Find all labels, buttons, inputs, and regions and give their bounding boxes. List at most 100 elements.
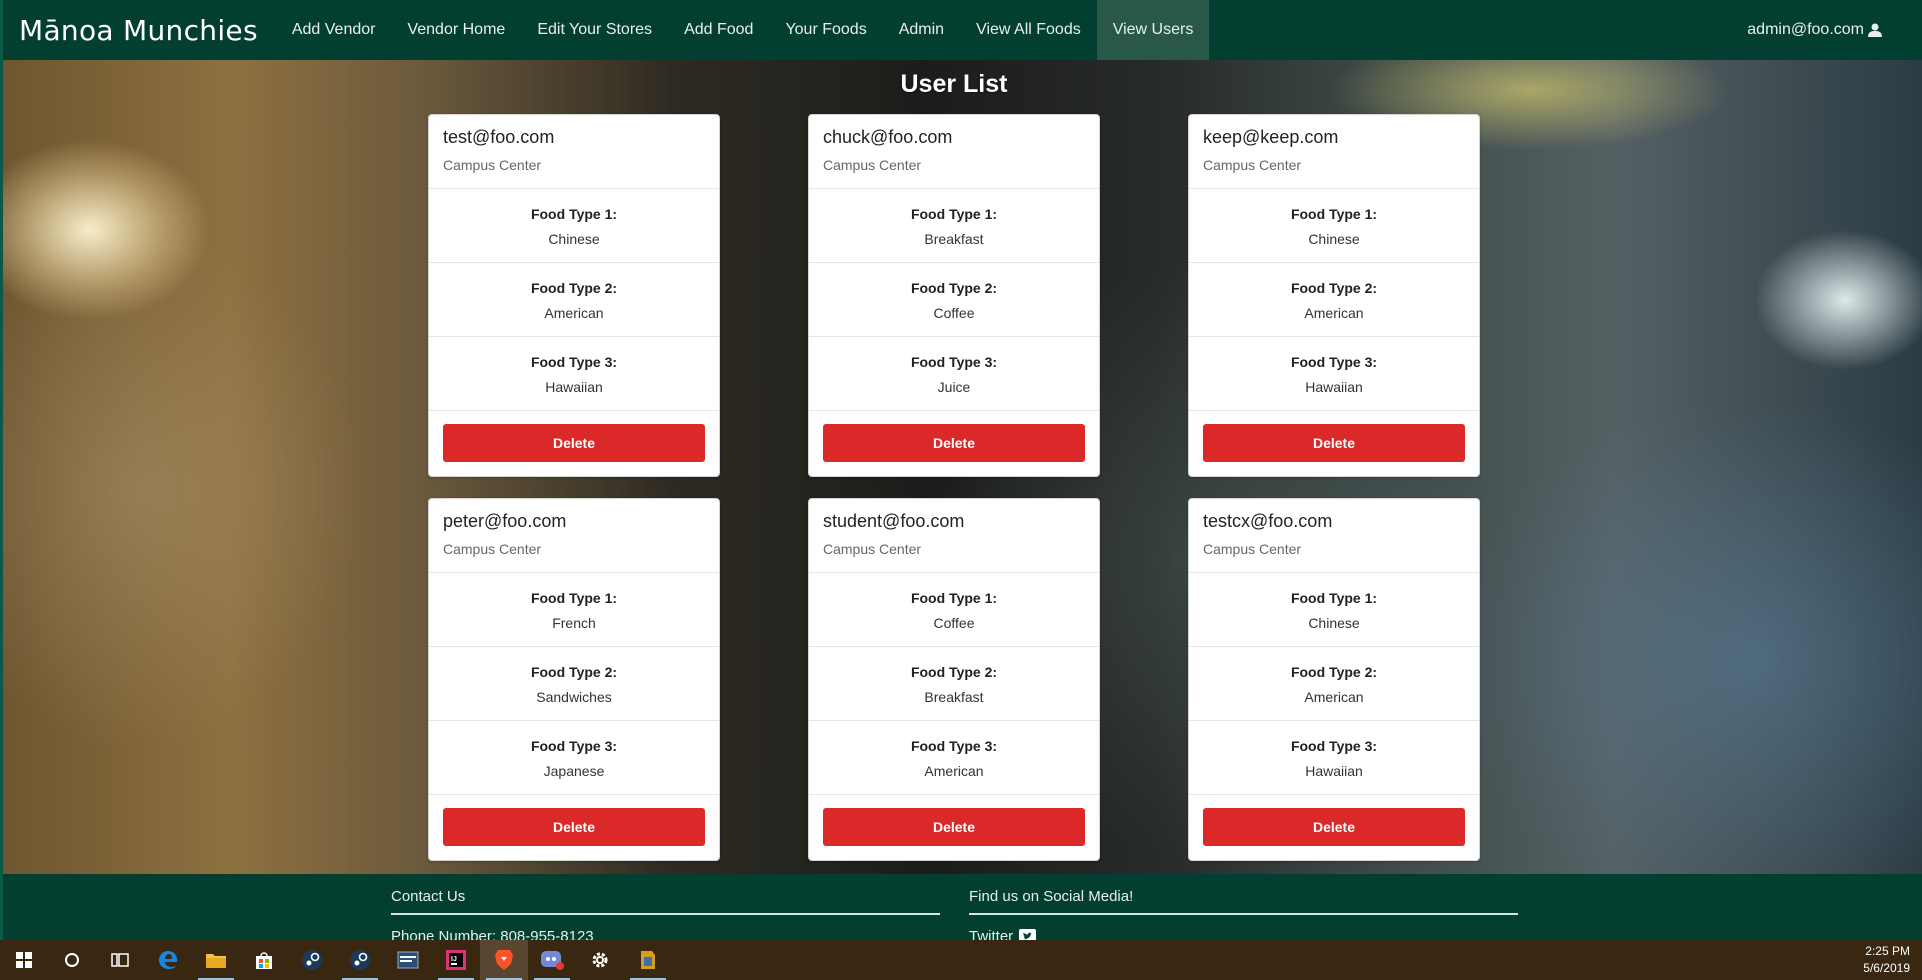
food-type-label: Food Type 1: <box>910 206 998 222</box>
nav-vendor-home[interactable]: Vendor Home <box>391 0 521 60</box>
user-email: chuck@foo.com <box>823 127 953 147</box>
food-type-value: Hawaiian <box>545 379 603 395</box>
food-type-value: Breakfast <box>924 689 984 705</box>
food-type-row: Food Type 1: Chinese <box>1189 189 1479 263</box>
food-type-row: Food Type 2: Breakfast <box>809 647 1099 721</box>
food-type-value: Hawaiian <box>1305 379 1363 395</box>
settings-gear-icon[interactable] <box>576 940 624 980</box>
card-footer: Delete <box>429 411 719 475</box>
file-explorer-icon[interactable] <box>192 940 240 980</box>
food-type-row: Food Type 3: Hawaiian <box>429 337 719 411</box>
windows-start-icon[interactable] <box>0 940 48 980</box>
food-type-value: Coffee <box>933 305 975 321</box>
food-type-label: Food Type 2: <box>1290 664 1378 680</box>
food-type-value: American <box>1304 305 1364 321</box>
nav-your-foods[interactable]: Your Foods <box>769 0 882 60</box>
user-email: peter@foo.com <box>443 511 567 531</box>
user-card: test@foo.com Campus Center Food Type 1: … <box>428 114 720 477</box>
food-type-value: French <box>552 615 596 631</box>
food-type-label: Food Type 3: <box>530 738 618 754</box>
food-type-value: Japanese <box>543 763 605 779</box>
food-type-row: Food Type 3: Juice <box>809 337 1099 411</box>
intellij-icon[interactable]: IJ <box>432 940 480 980</box>
food-type-label: Food Type 1: <box>910 590 998 606</box>
card-footer: Delete <box>809 795 1099 859</box>
twitter-link[interactable]: Twitter <box>969 928 1518 940</box>
clock-date: 5/6/2019 <box>1863 961 1910 975</box>
delete-button[interactable]: Delete <box>1203 808 1465 846</box>
food-type-row: Food Type 2: American <box>1189 263 1479 337</box>
food-type-row: Food Type 3: American <box>809 721 1099 795</box>
user-email: test@foo.com <box>443 127 555 147</box>
food-type-label: Food Type 1: <box>1290 206 1378 222</box>
delete-button[interactable]: Delete <box>443 808 705 846</box>
app-icon[interactable] <box>624 940 672 980</box>
food-type-label: Food Type 2: <box>1290 280 1378 296</box>
user-email: student@foo.com <box>823 511 965 531</box>
food-type-label: Food Type 1: <box>530 590 618 606</box>
card-header: testcx@foo.com Campus Center <box>1189 499 1479 573</box>
page-footer: Contact Us Phone Number: 808-955-8123 Fi… <box>0 874 1922 940</box>
contact-section: Contact Us Phone Number: 808-955-8123 <box>391 888 940 940</box>
food-type-label: Food Type 2: <box>530 280 618 296</box>
card-header: chuck@foo.com Campus Center <box>809 115 1099 189</box>
delete-button[interactable]: Delete <box>823 424 1085 462</box>
food-type-value: Chinese <box>548 231 600 247</box>
task-view-icon[interactable] <box>96 940 144 980</box>
user-card: peter@foo.com Campus Center Food Type 1:… <box>428 498 720 861</box>
food-type-label: Food Type 2: <box>530 664 618 680</box>
social-heading: Find us on Social Media! <box>969 888 1518 915</box>
page-title: User List <box>900 70 1008 98</box>
os-taskbar: IJ 2:25 PM 5/6/2019 <box>0 940 1922 980</box>
store-icon[interactable] <box>240 940 288 980</box>
delete-button[interactable]: Delete <box>443 424 705 462</box>
food-type-label: Food Type 1: <box>1290 590 1378 606</box>
food-type-row: Food Type 3: Hawaiian <box>1189 337 1479 411</box>
system-clock[interactable]: 2:25 PM 5/6/2019 <box>1863 943 1922 977</box>
food-type-value: Chinese <box>1308 231 1360 247</box>
food-type-row: Food Type 1: Chinese <box>429 189 719 263</box>
food-type-label: Food Type 3: <box>910 354 998 370</box>
discord-icon[interactable] <box>528 940 576 980</box>
edge-browser-icon[interactable] <box>144 940 192 980</box>
food-type-row: Food Type 3: Japanese <box>429 721 719 795</box>
nav-add-food[interactable]: Add Food <box>668 0 769 60</box>
user-card: chuck@foo.com Campus Center Food Type 1:… <box>808 114 1100 477</box>
brand-logo[interactable]: Mānoa Munchies <box>3 14 276 47</box>
card-footer: Delete <box>429 795 719 859</box>
steam-icon[interactable] <box>336 940 384 980</box>
nav-admin[interactable]: Admin <box>883 0 960 60</box>
food-type-label: Food Type 3: <box>910 738 998 754</box>
top-navbar: Mānoa Munchies Add Vendor Vendor Home Ed… <box>0 0 1922 60</box>
card-header: keep@keep.com Campus Center <box>1189 115 1479 189</box>
food-type-label: Food Type 3: <box>1290 354 1378 370</box>
card-footer: Delete <box>809 411 1099 475</box>
user-email: admin@foo.com <box>1747 21 1864 38</box>
food-type-value: Sandwiches <box>536 689 612 705</box>
nav-view-all-foods[interactable]: View All Foods <box>960 0 1097 60</box>
nav-add-vendor[interactable]: Add Vendor <box>276 0 392 60</box>
user-menu[interactable]: admin@foo.com <box>1747 21 1922 39</box>
food-type-row: Food Type 2: Coffee <box>809 263 1099 337</box>
food-type-label: Food Type 3: <box>1290 738 1378 754</box>
nav-view-users[interactable]: View Users <box>1096 0 1210 60</box>
user-location: Campus Center <box>1203 541 1302 557</box>
food-type-row: Food Type 3: Hawaiian <box>1189 721 1479 795</box>
card-header: student@foo.com Campus Center <box>809 499 1099 573</box>
brave-browser-icon[interactable] <box>480 940 528 980</box>
user-email: testcx@foo.com <box>1203 511 1333 531</box>
phone-number: Phone Number: 808-955-8123 <box>391 928 594 940</box>
cortana-search-icon[interactable] <box>48 940 96 980</box>
food-type-label: Food Type 2: <box>910 280 998 296</box>
delete-button[interactable]: Delete <box>1203 424 1465 462</box>
food-type-value: Hawaiian <box>1305 763 1363 779</box>
food-type-value: American <box>1304 689 1364 705</box>
food-type-row: Food Type 1: Coffee <box>809 573 1099 647</box>
user-location: Campus Center <box>1203 157 1302 173</box>
nav-edit-your-stores[interactable]: Edit Your Stores <box>521 0 668 60</box>
food-type-row: Food Type 2: Sandwiches <box>429 647 719 721</box>
food-type-row: Food Type 2: American <box>1189 647 1479 721</box>
app-window-icon[interactable] <box>384 940 432 980</box>
steam-icon[interactable] <box>288 940 336 980</box>
delete-button[interactable]: Delete <box>823 808 1085 846</box>
